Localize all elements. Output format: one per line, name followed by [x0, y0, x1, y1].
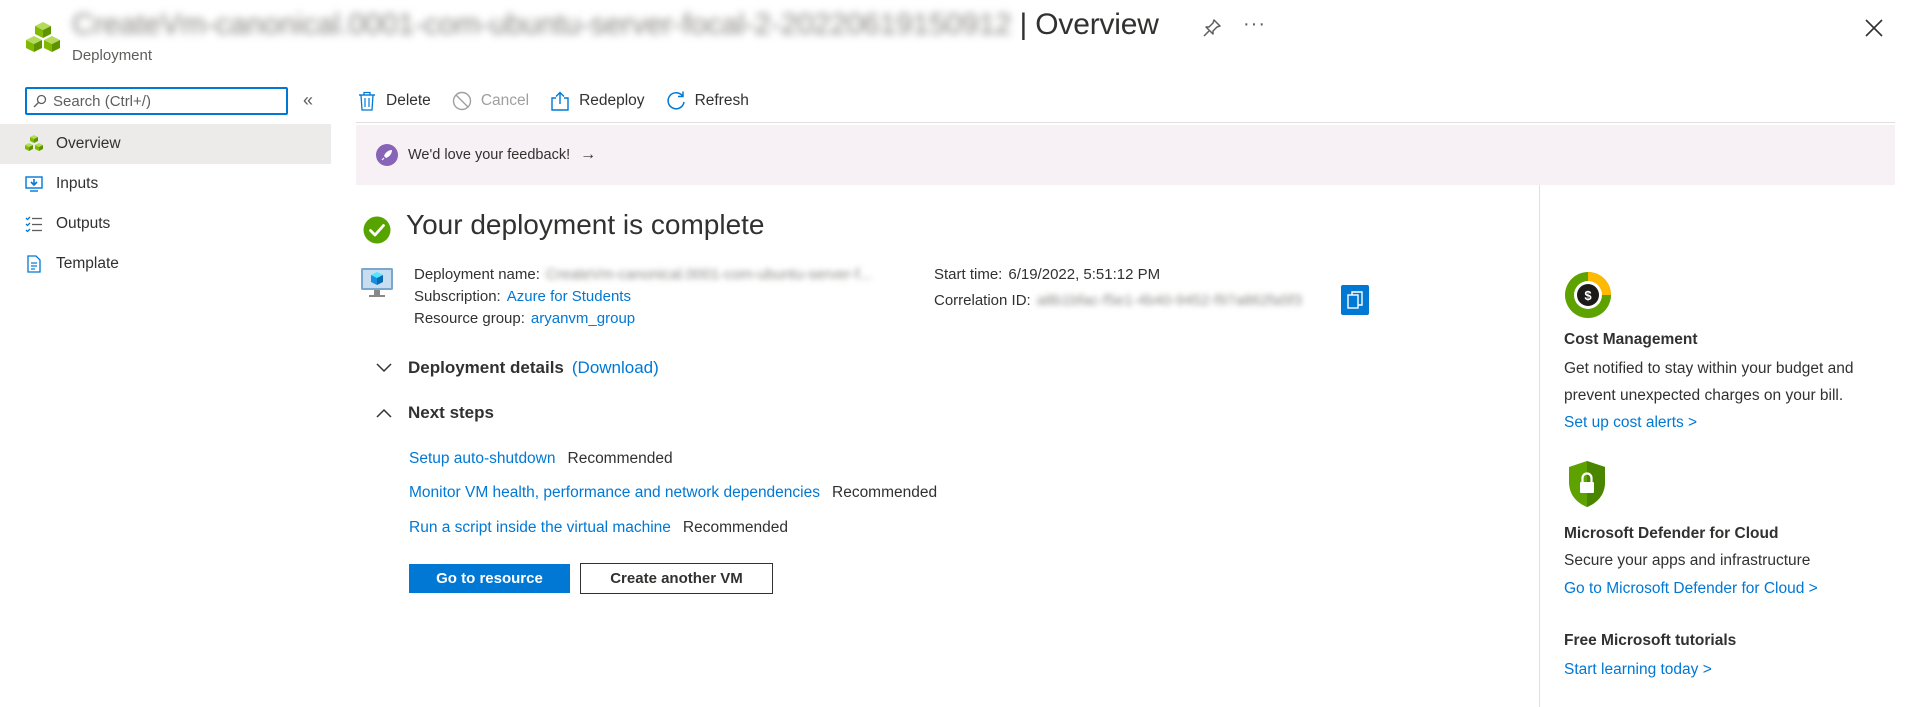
- delete-label: Delete: [386, 92, 431, 109]
- redeploy-label: Redeploy: [579, 92, 645, 109]
- title-suffix: | Overview: [1011, 8, 1159, 41]
- search-icon: [33, 94, 47, 108]
- success-check-icon: [363, 216, 391, 244]
- correlation-id-label: Correlation ID:: [934, 292, 1031, 309]
- run-script-link[interactable]: Run a script inside the virtual machine: [409, 519, 671, 536]
- resource-group-row: Resource group: aryanvm_group: [414, 310, 635, 327]
- svg-text:$: $: [1584, 288, 1592, 303]
- start-time-label: Start time:: [934, 266, 1003, 283]
- cost-management-desc: Get notified to stay within your budget …: [1564, 360, 1854, 404]
- collapse-sidebar-icon[interactable]: «: [303, 90, 313, 111]
- sidebar-item-template[interactable]: Template: [0, 244, 331, 284]
- sidebar-item-label: Outputs: [56, 215, 111, 232]
- deployment-icon: [24, 134, 44, 154]
- defender-desc: Secure your apps and infrastructure: [1564, 552, 1811, 569]
- template-icon: [24, 254, 44, 274]
- recommended-tag: Recommended: [567, 450, 673, 467]
- subscription-row: Subscription: Azure for Students: [414, 288, 631, 305]
- create-another-vm-button[interactable]: Create another VM: [580, 563, 773, 594]
- deployment-details-label: Deployment details: [408, 358, 564, 377]
- subscription-label: Subscription:: [414, 288, 501, 305]
- go-to-resource-button[interactable]: Go to resource: [409, 564, 570, 593]
- deployment-status-title: Your deployment is complete: [406, 209, 765, 240]
- outputs-icon: [24, 214, 44, 234]
- sidebar-item-label: Template: [56, 255, 119, 272]
- search-box[interactable]: [25, 87, 288, 115]
- deployment-name-value: CreateVm-canonical.0001-com-ubuntu-serve…: [545, 266, 872, 283]
- command-bar: Delete Cancel Redeploy Refresh: [356, 86, 769, 116]
- defender-title: Microsoft Defender for Cloud: [1564, 525, 1779, 542]
- more-options-icon[interactable]: ···: [1243, 13, 1266, 36]
- deployment-name-label: Deployment name:: [414, 266, 540, 283]
- recommended-tag: Recommended: [832, 484, 938, 501]
- chevron-down-icon: [376, 359, 394, 377]
- go-to-defender-link[interactable]: Go to Microsoft Defender for Cloud >: [1564, 580, 1818, 598]
- subscription-link[interactable]: Azure for Students: [507, 288, 631, 305]
- sidebar-item-overview[interactable]: Overview: [0, 124, 331, 164]
- pin-icon[interactable]: [1201, 17, 1223, 39]
- deployment-cubes-icon: [26, 22, 60, 52]
- arrow-right-icon: →: [580, 146, 597, 163]
- page-subtitle: Deployment: [72, 47, 153, 64]
- cost-management-title: Cost Management: [1564, 331, 1698, 348]
- defender-shield-icon: [1569, 461, 1605, 507]
- close-icon[interactable]: [1862, 16, 1886, 40]
- sidebar-item-label: Inputs: [56, 175, 99, 192]
- cancel-icon: [451, 90, 473, 112]
- trash-icon: [356, 90, 378, 112]
- setup-auto-shutdown-link[interactable]: Setup auto-shutdown: [409, 450, 556, 467]
- tutorials-title: Free Microsoft tutorials: [1564, 632, 1737, 649]
- chevron-up-icon: [376, 404, 394, 422]
- upload-icon: [549, 90, 571, 112]
- refresh-label: Refresh: [694, 92, 749, 109]
- next-step-item: Setup auto-shutdown Recommended: [409, 450, 673, 468]
- resource-group-label: Resource group:: [414, 310, 525, 327]
- cancel-button[interactable]: Cancel: [451, 90, 529, 112]
- page-title: CreateVm-canonical.0001-com-ubuntu-serve…: [72, 8, 1159, 42]
- monitor-vm-health-link[interactable]: Monitor VM health, performance and netwo…: [409, 484, 820, 501]
- deployment-name-row: Deployment name: CreateVm-canonical.0001-…: [414, 266, 872, 283]
- start-learning-link[interactable]: Start learning today >: [1564, 661, 1712, 679]
- virtual-machine-icon: [361, 268, 393, 297]
- start-time-row: Start time: 6/19/2022, 5:51:12 PM: [934, 266, 1160, 283]
- sidebar-item-label: Overview: [56, 135, 121, 152]
- correlation-id-row: Correlation ID: a8b1bfac-f5e1-4b40-9452-f…: [934, 292, 1302, 309]
- search-input[interactable]: [53, 92, 273, 110]
- deployment-details-section[interactable]: Deployment details (Download): [376, 358, 659, 378]
- download-link[interactable]: (Download): [572, 358, 659, 378]
- cancel-label: Cancel: [480, 92, 530, 109]
- right-panel: [1539, 185, 1917, 707]
- next-step-item: Run a script inside the virtual machine R…: [409, 519, 788, 537]
- delete-button[interactable]: Delete: [356, 90, 431, 112]
- feedback-text: We'd love your feedback!: [408, 147, 571, 163]
- set-up-cost-alerts-link[interactable]: Set up cost alerts >: [1564, 414, 1697, 432]
- sidebar-item-inputs[interactable]: Inputs: [0, 164, 331, 204]
- rocket-icon: [376, 144, 398, 166]
- next-step-item: Monitor VM health, performance and netwo…: [409, 484, 937, 502]
- feedback-banner[interactable]: We'd love your feedback! →: [356, 125, 1895, 185]
- resource-group-link[interactable]: aryanvm_group: [531, 310, 635, 327]
- resource-name: CreateVm-canonical.0001-com-ubuntu-serve…: [72, 8, 1012, 41]
- cost-management-icon: $: [1565, 272, 1611, 318]
- inputs-icon: [24, 174, 44, 194]
- copy-icon: [1347, 291, 1363, 309]
- toolbar-divider: [356, 122, 1895, 123]
- correlation-id-value: a8b1bfac-f5e1-4b40-9452-f97a862fa5f3: [1036, 292, 1302, 309]
- copy-button[interactable]: [1341, 285, 1369, 315]
- start-time-value: 6/19/2022, 5:51:12 PM: [1008, 266, 1161, 283]
- next-steps-section[interactable]: Next steps: [376, 403, 494, 423]
- sidebar-item-outputs[interactable]: Outputs: [0, 204, 331, 244]
- refresh-icon: [665, 90, 687, 112]
- recommended-tag: Recommended: [682, 519, 789, 536]
- sidebar-nav: Overview Inputs Outputs Template: [0, 124, 331, 284]
- refresh-button[interactable]: Refresh: [665, 90, 749, 112]
- next-steps-label: Next steps: [408, 403, 494, 422]
- redeploy-button[interactable]: Redeploy: [549, 90, 645, 112]
